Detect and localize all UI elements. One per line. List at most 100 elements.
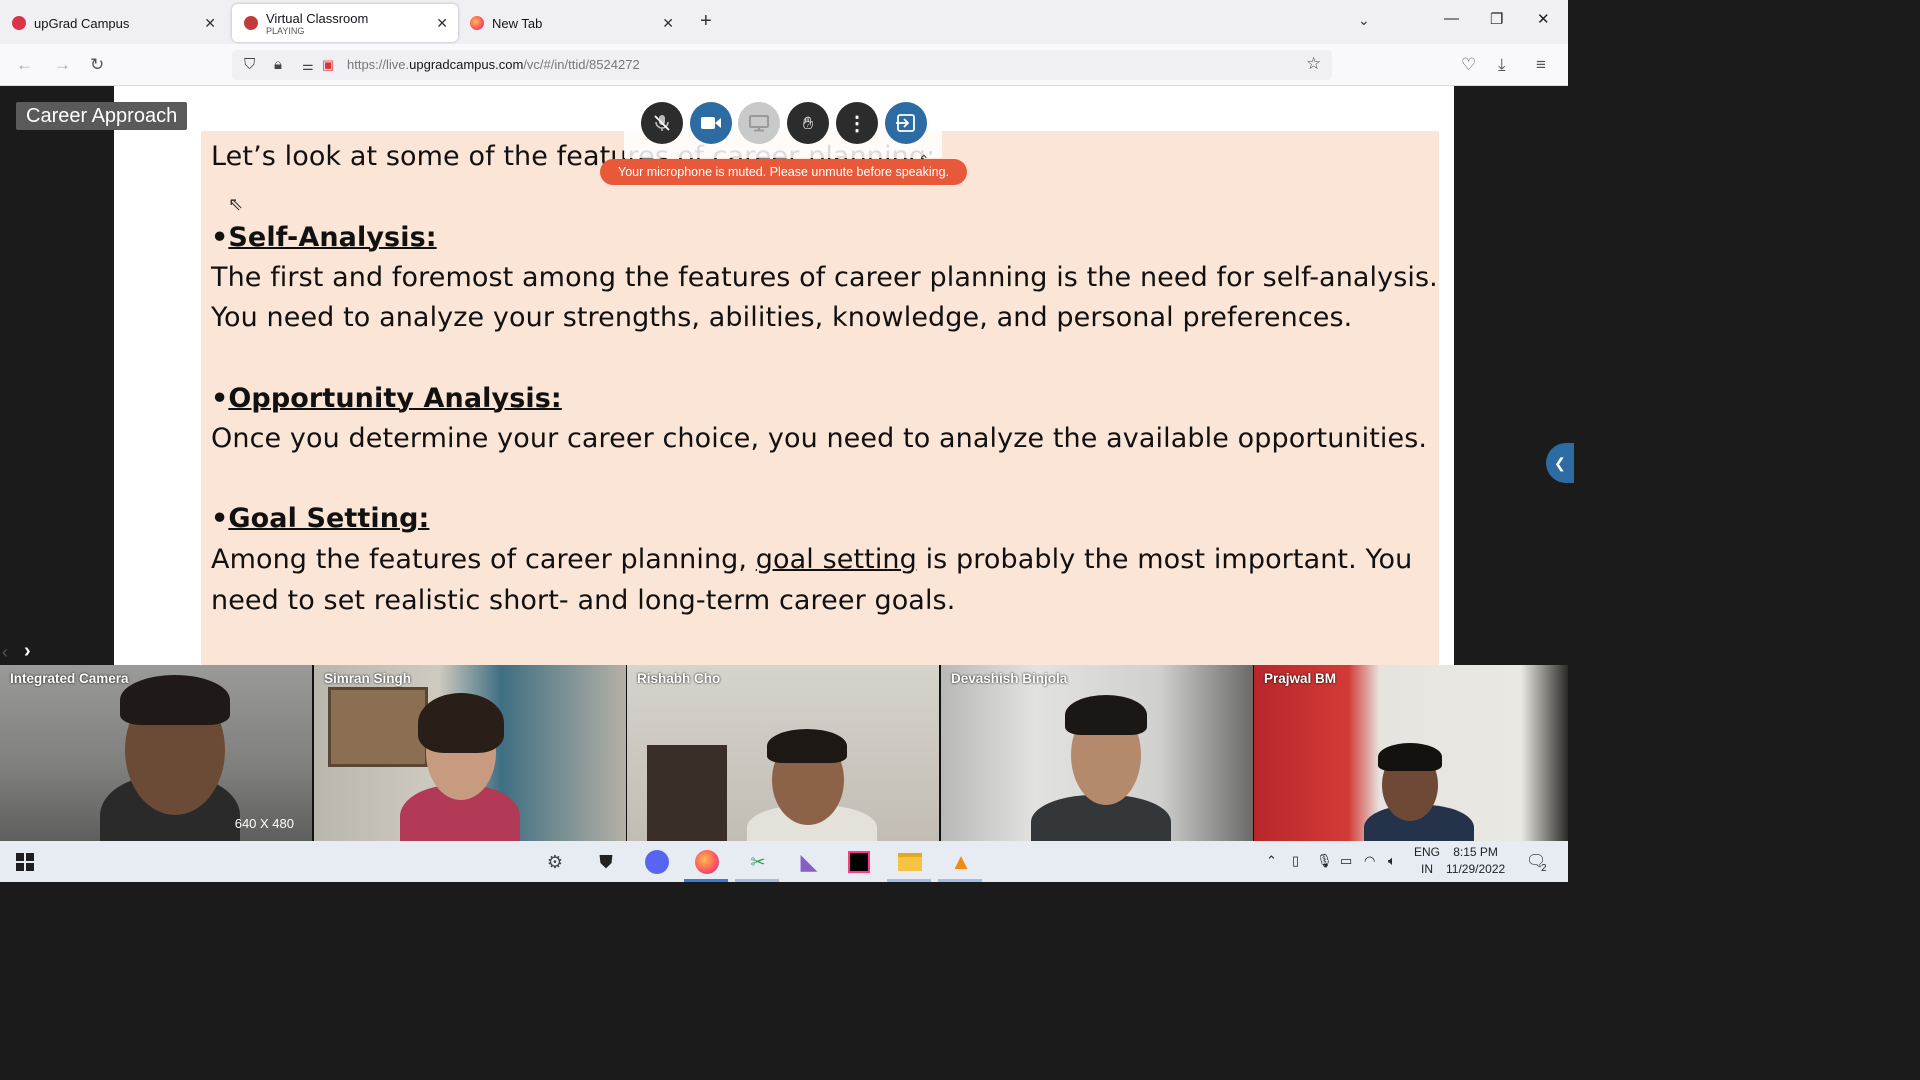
volume-icon[interactable]: 🔈︎	[1388, 853, 1396, 869]
leave-class-button[interactable]	[885, 102, 927, 144]
slide-line: need to set realistic short- and long-te…	[211, 585, 956, 616]
session-title: Career Approach	[16, 102, 188, 130]
menu-icon[interactable]: ≡	[1536, 55, 1546, 75]
open-app-indicator	[887, 879, 931, 882]
slide-heading-self-analysis: •Self-Analysis:	[211, 222, 437, 253]
camera-button[interactable]	[690, 102, 732, 144]
url-bar[interactable]: ⛉ 🔒︎ ⚌ ▣ https://live.upgradcampus.com/v…	[232, 50, 1332, 80]
collapse-chevron-icon[interactable]: ⌃	[918, 152, 930, 169]
minimize-button[interactable]: —	[1444, 10, 1459, 27]
close-window-button[interactable]: ✕	[1537, 10, 1550, 28]
mic-muted-icon	[654, 115, 670, 131]
shield-icon[interactable]: ⛉	[244, 56, 255, 73]
close-tab-icon[interactable]: ✕	[204, 15, 216, 32]
participant-tile[interactable]: Devashish Binjola	[941, 665, 1253, 841]
visual-studio-icon[interactable]: ◣	[796, 849, 822, 875]
tab-title: New Tab	[492, 15, 543, 31]
tab-title: upGrad Campus	[34, 15, 130, 31]
slide-heading-goal-setting: •Goal Setting:	[211, 503, 430, 534]
mic-muted-button[interactable]	[641, 102, 683, 144]
discord-logo	[645, 850, 669, 874]
forward-arrow-icon[interactable]: →	[54, 55, 71, 75]
slide-heading-opportunity-analysis: •Opportunity Analysis:	[211, 383, 562, 414]
language-indicator[interactable]: ENG IN	[1414, 844, 1440, 878]
new-tab-button[interactable]: +	[700, 10, 712, 33]
active-app-indicator	[684, 879, 728, 882]
open-app-indicator	[938, 879, 982, 882]
file-explorer-icon[interactable]	[897, 849, 923, 875]
reload-icon[interactable]: ↻	[90, 55, 104, 75]
participant-tile[interactable]: Integrated Camera 640 X 480	[0, 665, 312, 841]
bookmark-star-icon[interactable]: ☆	[1306, 54, 1321, 74]
raise-hand-button[interactable]: ✋︎	[787, 102, 829, 144]
tab-virtual-classroom[interactable]: Virtual Classroom PLAYING ✕	[232, 4, 458, 42]
slide-line: Once you determine your career choice, y…	[211, 423, 1428, 454]
folder-shape	[898, 853, 922, 871]
clock-time: 8:15 PM	[1453, 845, 1498, 859]
lock-icon[interactable]: 🔒︎	[274, 56, 282, 73]
heading-text: Opportunity Analysis:	[228, 383, 562, 414]
more-options-button[interactable]: ⋮	[836, 102, 878, 144]
mouse-cursor-icon: ⇖	[228, 194, 244, 214]
line-text: is probably the most important. You	[916, 544, 1413, 575]
snip-tool-icon[interactable]: ✂	[745, 849, 771, 875]
clock-date: 11/29/2022	[1446, 862, 1506, 876]
open-app-indicator	[735, 879, 779, 882]
restore-button[interactable]: ❐	[1490, 10, 1503, 28]
background-shelf	[647, 745, 727, 841]
microphone-icon[interactable]: 🎙︎	[1316, 853, 1333, 869]
firefox-icon	[470, 16, 484, 30]
firefox-taskbar-icon[interactable]	[694, 849, 720, 875]
participant-hair	[418, 693, 504, 753]
wifi-icon[interactable]: ◠	[1364, 853, 1375, 869]
discord-icon[interactable]	[644, 849, 670, 875]
downloads-icon[interactable]: ⤓	[1498, 55, 1506, 75]
participant-name: Simran Singh	[324, 671, 412, 686]
participant-tile[interactable]: Rishabh Cho	[627, 665, 939, 841]
tab-upgrad-campus[interactable]: upGrad Campus ✕	[0, 4, 226, 42]
participant-name: Devashish Binjola	[951, 671, 1068, 686]
vlc-icon[interactable]: ▲	[948, 849, 974, 875]
lang-bottom: IN	[1421, 862, 1433, 876]
system-clock[interactable]: 8:15 PM 11/29/2022	[1446, 844, 1505, 878]
side-panel-toggle[interactable]: ❮	[1546, 443, 1574, 483]
close-tab-icon[interactable]: ✕	[662, 15, 674, 32]
upgrad-favicon-icon	[12, 16, 26, 30]
participant-tile[interactable]: Prajwal BM	[1254, 665, 1568, 841]
tab-new-tab[interactable]: New Tab ✕	[458, 4, 684, 42]
participant-hair	[767, 729, 847, 763]
back-arrow-icon[interactable]: ←	[16, 55, 33, 75]
exit-icon	[896, 114, 915, 132]
tab-title-block: Virtual Classroom PLAYING	[266, 11, 368, 36]
participant-tile[interactable]: Simran Singh	[314, 665, 626, 841]
battery-icon[interactable]: ▭	[1340, 853, 1352, 869]
slide-prev-icon[interactable]: ‹	[2, 642, 8, 663]
tray-device-icon[interactable]: ▯	[1292, 853, 1299, 869]
windows-logo-icon	[16, 853, 34, 871]
lang-top: ENG	[1414, 845, 1441, 859]
mic-muted-toast: Your microphone is muted. Please unmute …	[600, 159, 967, 185]
participant-hair	[120, 675, 230, 725]
intellij-icon[interactable]	[846, 849, 872, 875]
pocket-icon[interactable]: ♡	[1461, 55, 1476, 75]
more-vertical-icon: ⋮	[847, 112, 867, 135]
close-tab-icon[interactable]: ✕	[436, 15, 448, 32]
camera-icon	[701, 117, 721, 129]
browser-nav-bar: ← → ↻ ⛉ 🔒︎ ⚌ ▣ https://live.upgradcampus…	[0, 44, 1568, 86]
settings-gear-icon[interactable]: ⚙	[542, 849, 568, 875]
participant-name: Integrated Camera	[10, 671, 129, 686]
start-button[interactable]	[12, 849, 38, 875]
upgrad-favicon-icon	[244, 16, 258, 30]
permissions-icon[interactable]: ⚌	[302, 58, 314, 74]
slide-next-icon[interactable]: ›	[24, 640, 31, 663]
screen-share-button[interactable]	[738, 102, 780, 144]
camera-sharing-icon[interactable]: ▣	[322, 57, 334, 73]
participant-hair	[1065, 695, 1147, 735]
url-text[interactable]: https://live.upgradcampus.com/vc/#/in/tt…	[347, 57, 640, 72]
tray-chevron-icon[interactable]: ⌃	[1266, 853, 1277, 869]
intellij-logo	[848, 851, 870, 873]
security-shield-icon[interactable]: ⛊	[593, 849, 619, 875]
tab-playing-label: PLAYING	[266, 25, 305, 36]
classroom-stage: Let’s look at some of the features of ca…	[0, 86, 1574, 665]
tab-list-chevron-icon[interactable]: ⌄	[1358, 12, 1370, 29]
